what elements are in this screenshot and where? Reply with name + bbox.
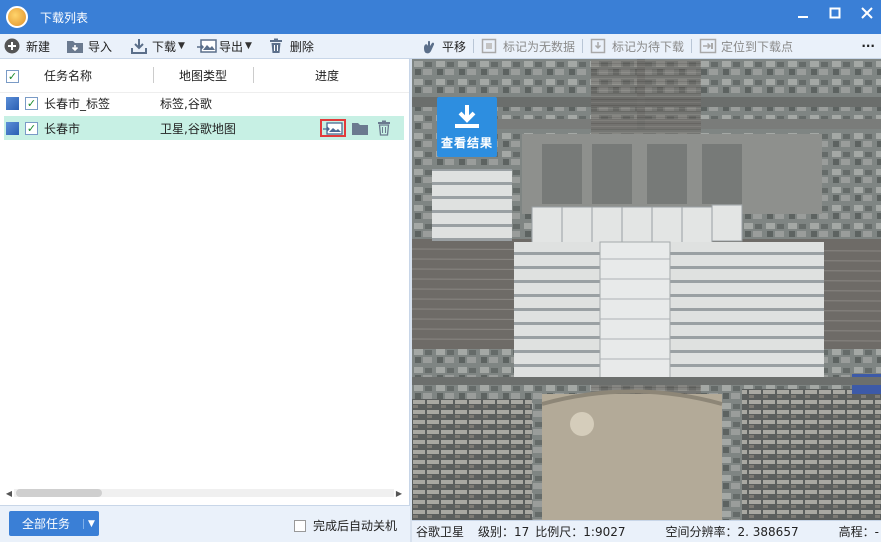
all-tasks-label: 全部任务	[21, 517, 70, 531]
title-bar: 下载列表	[0, 0, 881, 34]
mark-nodata-icon	[481, 38, 497, 54]
all-tasks-button[interactable]: 全部任务 ▼	[9, 511, 99, 536]
open-folder-icon[interactable]	[350, 119, 370, 137]
map-status-bar: 谷歌卫星 级别：17 比例尺：1:9027 空间分辨率：2. 388657 高程…	[412, 520, 881, 542]
mark-pending-button[interactable]: 标记为待下载	[586, 34, 688, 59]
more-button[interactable]: ···	[857, 34, 879, 59]
task-checkbox[interactable]: ✓	[25, 121, 38, 135]
list-toolbar: 新建 导入 下载 ▼ 导出 ▼ 删除	[0, 34, 410, 59]
mark-nodata-button[interactable]: 标记为无数据	[477, 34, 579, 59]
status-elevation: 高程：- 12	[838, 525, 881, 539]
view-result-button[interactable]: 查看结果	[437, 97, 497, 157]
delete-task-icon[interactable]	[374, 119, 394, 137]
more-icon: ···	[861, 39, 875, 53]
delete-button[interactable]: 删除	[264, 34, 318, 59]
window-controls	[795, 7, 875, 23]
task-map-type: 标签,谷歌	[160, 96, 212, 111]
locate-icon	[699, 38, 717, 54]
delete-button-label: 删除	[289, 39, 314, 54]
view-result-label: 查看结果	[440, 135, 493, 150]
header-progress: 进度	[253, 67, 403, 84]
header-map-type: 地图类型	[153, 67, 253, 84]
mark-pending-icon	[590, 38, 606, 54]
horizontal-scrollbar[interactable]: ◀ ▶	[4, 486, 404, 500]
pan-button[interactable]: 平移	[416, 34, 470, 59]
auto-shutdown-label: 完成后自动关机	[313, 519, 398, 533]
toolbar-divider	[691, 39, 693, 53]
download-dropdown-icon[interactable]: ▼	[178, 41, 185, 51]
list-bottom-bar: 全部任务 ▼ 完成后自动关机	[0, 505, 410, 542]
export-image-icon	[196, 38, 217, 54]
mark-pending-label: 标记为待下载	[612, 39, 685, 54]
task-status-icon	[6, 121, 19, 135]
export-image-action-icon[interactable]	[320, 119, 346, 137]
task-list-panel: ✓ 任务名称 地图类型 进度 ✓ 长春市_标签 标签,谷歌 ✓ 长春市 卫星,谷…	[0, 59, 410, 505]
download-icon	[130, 38, 148, 54]
plus-circle-icon	[4, 38, 20, 54]
auto-shutdown-option[interactable]: 完成后自动关机	[294, 517, 397, 534]
download-button-label: 下载	[152, 39, 177, 54]
task-name: 长春市_标签	[44, 96, 111, 111]
status-source: 谷歌卫星	[416, 525, 465, 539]
mark-nodata-label: 标记为无数据	[503, 39, 576, 54]
new-button[interactable]: 新建	[0, 34, 54, 59]
locate-download-button[interactable]: 定位到下载点	[695, 34, 797, 59]
export-dropdown-icon[interactable]: ▼	[245, 41, 252, 51]
header-task-name: 任务名称	[44, 69, 93, 83]
export-button-label: 导出	[218, 39, 243, 54]
close-icon[interactable]	[859, 7, 875, 23]
toolbar-divider	[473, 39, 475, 53]
task-status-icon	[6, 96, 19, 110]
maximize-icon[interactable]	[827, 7, 843, 23]
scroll-track[interactable]	[14, 489, 394, 497]
task-map-type: 卫星,谷歌地图	[160, 121, 236, 136]
scroll-thumb[interactable]	[16, 489, 102, 497]
toolbar-divider	[582, 39, 584, 53]
status-level: 级别：17	[478, 525, 530, 539]
task-checkbox[interactable]: ✓	[25, 96, 38, 110]
import-button-label: 导入	[88, 39, 113, 54]
auto-shutdown-checkbox[interactable]	[294, 519, 306, 532]
task-table-header: ✓ 任务名称 地图类型 进度	[0, 59, 409, 93]
status-scale: 比例尺：1:9027	[535, 525, 626, 539]
import-folder-icon	[66, 38, 84, 54]
task-row[interactable]: ✓ 长春市_标签 标签,谷歌	[4, 91, 404, 115]
scroll-right-icon[interactable]: ▶	[394, 489, 404, 498]
status-resolution: 空间分辨率：2. 388657	[665, 525, 799, 539]
export-button[interactable]: 导出 ▼	[193, 34, 256, 59]
download-arrow-icon	[455, 104, 479, 128]
download-button[interactable]: 下载 ▼	[126, 34, 189, 59]
scroll-left-icon[interactable]: ◀	[4, 489, 14, 498]
task-row-selected[interactable]: ✓ 长春市 卫星,谷歌地图	[4, 116, 404, 140]
import-button[interactable]: 导入	[62, 34, 116, 59]
minimize-icon[interactable]	[795, 7, 811, 23]
hand-pan-icon	[420, 38, 436, 54]
app-logo-icon	[6, 6, 28, 28]
trash-icon	[268, 38, 284, 54]
all-tasks-dropdown-icon[interactable]: ▼	[83, 518, 99, 529]
new-button-label: 新建	[26, 39, 51, 54]
pan-button-label: 平移	[442, 39, 467, 54]
task-name: 长春市	[44, 121, 81, 136]
select-all-checkbox[interactable]: ✓	[6, 69, 19, 83]
window-title: 下载列表	[40, 10, 89, 25]
locate-download-label: 定位到下载点	[721, 39, 794, 54]
map-toolbar: 平移 标记为无数据 标记为待下载 定位到下载点 ···	[410, 34, 881, 59]
